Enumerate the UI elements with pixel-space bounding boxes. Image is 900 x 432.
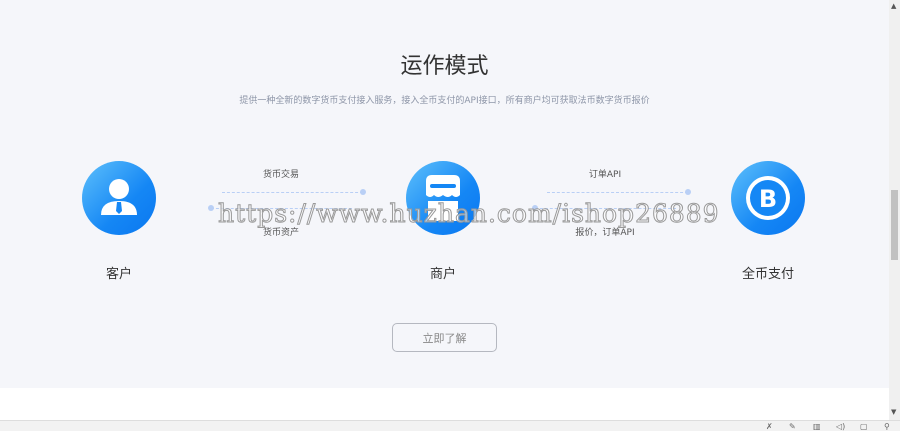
edit-icon[interactable]: ✎: [789, 421, 796, 432]
flow-line: [208, 205, 352, 211]
scrollbar[interactable]: ▲ ▼: [889, 0, 900, 420]
flow-label-assets: 货币资产: [262, 228, 299, 238]
node-label-customer: 客户: [105, 267, 132, 282]
flow-line: [222, 189, 366, 195]
flow-line: [532, 205, 676, 211]
flow-label-quote: 报价，订单API: [575, 228, 635, 238]
scroll-down-icon[interactable]: ▼: [891, 408, 896, 416]
section-title: 运作模式: [400, 54, 489, 79]
node-label-merchant: 商户: [429, 267, 456, 282]
search-icon[interactable]: ⚲: [884, 421, 890, 432]
section-subtitle: 提供一种全新的数字货币支付接入服务，接入全币支付的API接口，所有商户均可获取法…: [239, 96, 650, 106]
flow-label-order-api: 订单API: [588, 170, 622, 180]
scroll-up-icon[interactable]: ▲: [891, 2, 896, 10]
flow-line: [547, 189, 691, 195]
node-label-payment: 全币支付: [741, 267, 794, 282]
window-icon[interactable]: ▢: [860, 421, 868, 432]
svg-text:B: B: [759, 185, 777, 213]
b-logo-icon: B: [731, 161, 805, 235]
scrollbar-thumb[interactable]: [891, 190, 898, 260]
trash-icon[interactable]: ▥: [813, 421, 821, 432]
learn-more-button[interactable]: 立即了解: [392, 323, 497, 352]
user-icon: [82, 161, 156, 235]
flow-label-trade: 货币交易: [262, 170, 299, 180]
operation-mode-section: 运作模式 提供一种全新的数字货币支付接入服务，接入全币支付的API接口，所有商户…: [0, 0, 889, 388]
status-bar: ✗ ✎ ▥ ◁) ▢ ⚲: [0, 420, 900, 431]
store-icon: [406, 161, 480, 235]
pin-icon[interactable]: ✗: [766, 421, 773, 432]
speaker-icon[interactable]: ◁): [836, 421, 845, 432]
